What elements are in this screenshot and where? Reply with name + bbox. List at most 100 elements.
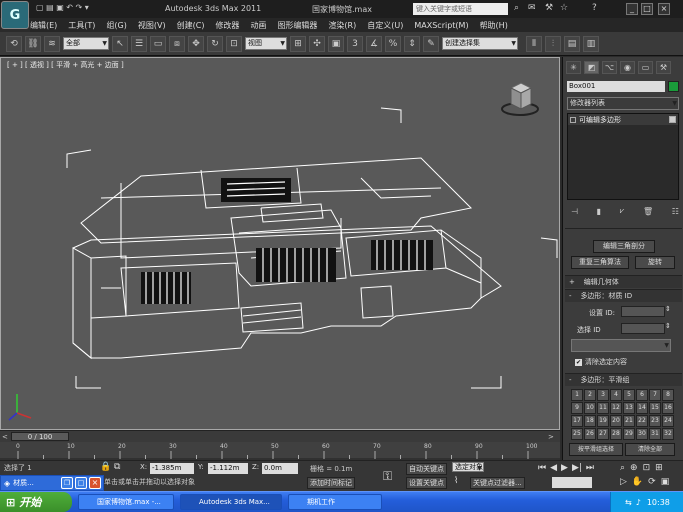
maximize-button[interactable]: □ [641, 3, 653, 15]
current-frame-field[interactable] [552, 477, 592, 488]
named-selection-dropdown[interactable]: 创建选择集 [442, 37, 518, 50]
object-name-field[interactable]: Box001 [567, 81, 665, 92]
absolute-mode-icon[interactable]: ⧉ [114, 462, 120, 472]
menu-group[interactable]: 组(G) [106, 20, 126, 31]
set-key-button[interactable]: 设置关键点 [406, 477, 447, 489]
task-folder[interactable]: 期机工作 [288, 494, 382, 510]
smoothing-group-button[interactable]: 18 [584, 415, 596, 427]
play-icon[interactable]: ▶ [561, 463, 568, 473]
spinner-arrows-icon[interactable]: ⇕ [665, 322, 671, 330]
graphite-icon[interactable]: ▥ [583, 35, 599, 52]
auto-key-button[interactable]: 自动关键点 [406, 463, 447, 475]
zoom-extents-icon[interactable]: ⊡ [643, 463, 651, 473]
close-icon[interactable]: × [89, 477, 101, 489]
object-color-swatch[interactable] [668, 81, 679, 92]
y-coordinate-field[interactable]: -1.112m [208, 463, 248, 474]
reference-coordinate-dropdown[interactable]: 视图 [245, 37, 287, 50]
rollout-edit-geometry[interactable]: + 编辑几何体 [565, 275, 682, 288]
field-of-view-icon[interactable]: ▷ [620, 477, 627, 487]
align-icon[interactable]: ⫶ [545, 35, 561, 52]
orbit-icon[interactable]: ⟳ [648, 477, 656, 487]
zoom-extents-all-icon[interactable]: ⊞ [655, 463, 663, 473]
utilities-tab-icon[interactable]: ⚒ [656, 60, 671, 74]
smoothing-group-button[interactable]: 21 [623, 415, 635, 427]
pivot-center-icon[interactable]: ⊞ [290, 35, 306, 52]
select-by-name-icon[interactable]: ☰ [131, 35, 147, 52]
menu-modifiers[interactable]: 修改器 [215, 20, 239, 31]
set-id-spinner[interactable] [621, 306, 665, 317]
restore-icon[interactable]: ❐ [61, 477, 73, 489]
hierarchy-tab-icon[interactable]: ⌥ [602, 60, 617, 74]
search-icon[interactable]: ⌕ [514, 3, 519, 13]
rectangle-selection-icon[interactable]: ▭ [150, 35, 166, 52]
curve-icon[interactable]: ⌇ [454, 476, 458, 486]
favorites-icon[interactable]: ☆ [560, 3, 568, 13]
task-museum-file[interactable]: 国家博物馆.max -... [78, 494, 174, 510]
smoothing-group-button[interactable]: 12 [610, 402, 622, 414]
menu-rendering[interactable]: 渲染(R) [328, 20, 356, 31]
smoothing-group-button[interactable]: 1 [571, 389, 583, 401]
menu-graph-editors[interactable]: 图形编辑器 [277, 20, 317, 31]
search-input[interactable]: 键入关键字或短语 [413, 3, 508, 15]
smoothing-group-button[interactable]: 13 [623, 402, 635, 414]
clear-all-button[interactable]: 清除全部 [625, 443, 675, 456]
minimized-material-window[interactable]: ◈ 材质... ❐ □ × [0, 475, 104, 491]
smoothing-group-button[interactable]: 6 [636, 389, 648, 401]
move-icon[interactable]: ✥ [188, 35, 204, 52]
scale-icon[interactable]: ⊡ [226, 35, 242, 52]
key-icon[interactable]: ⚿ [383, 469, 392, 484]
show-end-result-icon[interactable]: ▮ [597, 207, 601, 216]
layer-manager-icon[interactable]: ▤ [564, 35, 580, 52]
link-icon[interactable]: ⛓ [25, 35, 41, 52]
x-coordinate-field[interactable]: -1.385m [150, 463, 194, 474]
smoothing-group-button[interactable]: 32 [662, 428, 674, 440]
select-id-spinner[interactable] [621, 323, 665, 334]
smoothing-group-button[interactable]: 25 [571, 428, 583, 440]
pin-stack-icon[interactable]: ⊣ [571, 207, 578, 216]
retriangulate-button[interactable]: 重复三角算法 [571, 256, 629, 269]
clear-selection-checkbox[interactable]: ✔ 清除选定内容 [575, 357, 627, 367]
menu-views[interactable]: 视图(V) [138, 20, 166, 31]
rollout-smoothing-groups[interactable]: - 多边形：平滑组 [565, 373, 682, 386]
menu-edit[interactable]: 编辑(E) [30, 20, 57, 31]
smoothing-group-button[interactable]: 22 [636, 415, 648, 427]
close-button[interactable]: × [658, 3, 670, 15]
expand-icon[interactable] [570, 116, 576, 123]
smoothing-group-button[interactable]: 16 [662, 402, 674, 414]
smoothing-group-button[interactable]: 19 [597, 415, 609, 427]
z-coordinate-field[interactable]: 0.0m [262, 463, 298, 474]
rollout-material-ids[interactable]: - 多边形：材质 ID [565, 289, 682, 302]
window-crossing-icon[interactable]: ⧈ [169, 35, 185, 52]
museum-model[interactable] [1, 58, 560, 430]
smoothing-group-button[interactable]: 27 [597, 428, 609, 440]
maximize-viewport-icon[interactable]: ▣ [661, 477, 670, 487]
modify-tab-icon[interactable]: ◩ [584, 60, 599, 74]
smoothing-group-button[interactable]: 5 [623, 389, 635, 401]
spinner-arrows-icon[interactable]: ⇕ [665, 305, 671, 313]
lock-selection-icon[interactable]: 🔒 [100, 462, 111, 472]
app-logo[interactable]: G [1, 1, 29, 29]
pan-icon[interactable]: ✋ [632, 477, 643, 487]
smoothing-group-button[interactable]: 8 [662, 389, 674, 401]
create-tab-icon[interactable]: ✳ [566, 60, 581, 74]
turn-button[interactable]: 旋转 [635, 256, 675, 269]
track-bar[interactable]: 0 10 20 30 40 50 60 70 80 90 100 [0, 442, 560, 460]
angle-snap-icon[interactable]: ∡ [366, 35, 382, 52]
remove-modifier-icon[interactable]: 🗑 [643, 207, 653, 216]
smoothing-group-button[interactable]: 29 [623, 428, 635, 440]
perspective-viewport[interactable]: [ + ] [ 透视 ] [ 平滑 + 高光 + 边面 ] [0, 57, 560, 430]
snap-toggle-icon[interactable]: 3 [347, 35, 363, 52]
go-to-start-icon[interactable]: ⏮ [538, 463, 546, 473]
smoothing-group-button[interactable]: 14 [636, 402, 648, 414]
material-name-dropdown[interactable] [571, 339, 671, 352]
time-slider[interactable]: < 0 / 100 > [0, 430, 560, 442]
undo-icon[interactable]: ⟲ [6, 35, 22, 52]
minimize-button[interactable]: _ [626, 3, 638, 15]
display-tab-icon[interactable]: ▭ [638, 60, 653, 74]
network-icon[interactable]: ⇆ [625, 498, 632, 507]
smoothing-group-button[interactable]: 3 [597, 389, 609, 401]
smoothing-group-button[interactable]: 9 [571, 402, 583, 414]
smoothing-group-button[interactable]: 30 [636, 428, 648, 440]
menu-maxscript[interactable]: MAXScript(M) [414, 21, 468, 30]
smoothing-group-button[interactable]: 20 [610, 415, 622, 427]
